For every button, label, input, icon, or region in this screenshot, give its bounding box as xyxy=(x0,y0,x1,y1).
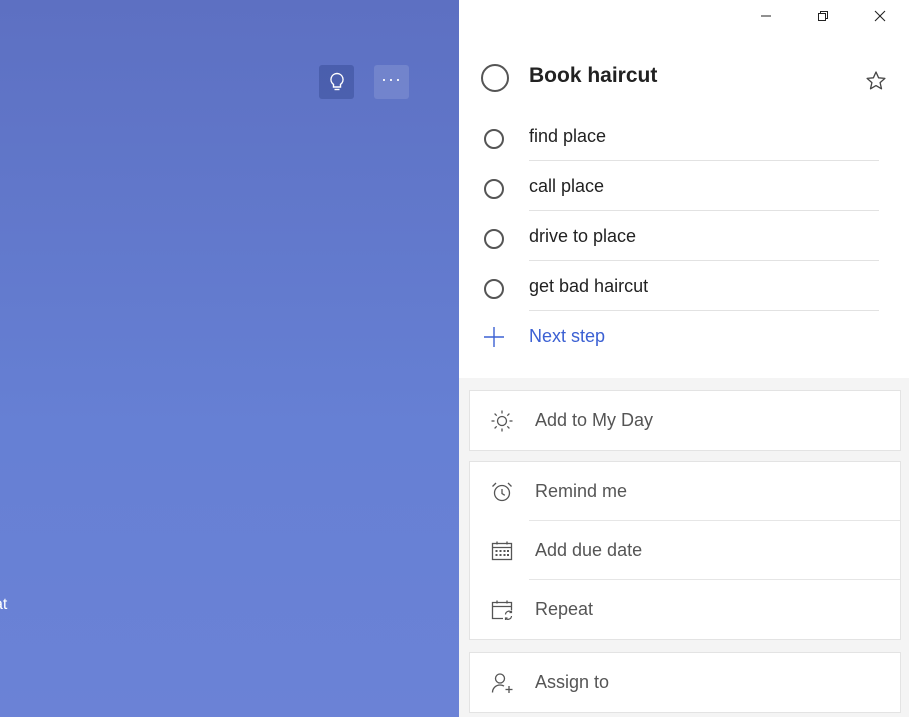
next-step-label: Next step xyxy=(529,326,606,346)
important-button[interactable] xyxy=(865,70,887,97)
step-item[interactable]: call place xyxy=(459,161,909,211)
remind-me-label: Remind me xyxy=(535,481,628,501)
star-icon xyxy=(866,71,886,90)
repeat-label: Repeat xyxy=(535,599,594,619)
step-checkbox[interactable] xyxy=(484,179,504,199)
minimize-icon xyxy=(761,15,771,17)
more-options-button[interactable]: ··· xyxy=(374,65,409,99)
close-icon xyxy=(874,10,886,22)
lightbulb-icon xyxy=(329,72,344,91)
step-checkbox[interactable] xyxy=(484,229,504,249)
remind-me-button[interactable]: Remind me xyxy=(470,462,900,521)
suggestions-button[interactable] xyxy=(319,65,354,99)
list-background-pane: ··· at xyxy=(0,0,459,717)
step-label[interactable]: call place xyxy=(529,176,604,197)
assign-to-button[interactable]: Assign to xyxy=(470,653,900,712)
sun-icon xyxy=(490,410,514,432)
step-checkbox[interactable] xyxy=(484,279,504,299)
step-label[interactable]: get bad haircut xyxy=(529,276,648,297)
step-label[interactable]: drive to place xyxy=(529,226,636,247)
step-item[interactable]: find place xyxy=(459,111,909,161)
step-item[interactable]: drive to place xyxy=(459,211,909,261)
divider xyxy=(529,310,879,311)
add-due-date-button[interactable]: Add due date xyxy=(470,521,900,580)
task-title[interactable]: Book haircut xyxy=(529,64,657,88)
restore-button[interactable] xyxy=(800,2,846,30)
step-label[interactable]: find place xyxy=(529,126,606,147)
calendar-icon xyxy=(490,540,514,562)
my-day-card: Add to My Day xyxy=(469,390,901,451)
repeat-button[interactable]: Repeat xyxy=(470,580,900,639)
clipped-list-text: at xyxy=(0,596,8,613)
repeat-calendar-icon xyxy=(490,599,514,621)
task-header-card: Book haircut find place call place drive… xyxy=(459,0,909,378)
step-item[interactable]: get bad haircut xyxy=(459,261,909,311)
plus-icon xyxy=(484,327,504,347)
add-due-date-label: Add due date xyxy=(535,540,643,560)
close-button[interactable] xyxy=(857,2,903,30)
add-to-my-day-label: Add to My Day xyxy=(535,410,654,430)
assign-card: Assign to xyxy=(469,652,901,713)
add-to-my-day-button[interactable]: Add to My Day xyxy=(470,391,900,450)
assign-person-icon xyxy=(490,672,514,694)
restore-icon xyxy=(818,11,828,21)
assign-to-label: Assign to xyxy=(535,672,610,692)
task-complete-checkbox[interactable] xyxy=(481,64,509,92)
add-next-step-button[interactable]: Next step xyxy=(459,312,909,362)
alarm-clock-icon xyxy=(490,481,514,503)
minimize-button[interactable] xyxy=(743,2,789,30)
more-icon: ··· xyxy=(381,69,402,89)
task-details-pane: Book haircut find place call place drive… xyxy=(459,0,909,717)
dates-card: Remind me Add due date Repeat xyxy=(469,461,901,640)
step-checkbox[interactable] xyxy=(484,129,504,149)
